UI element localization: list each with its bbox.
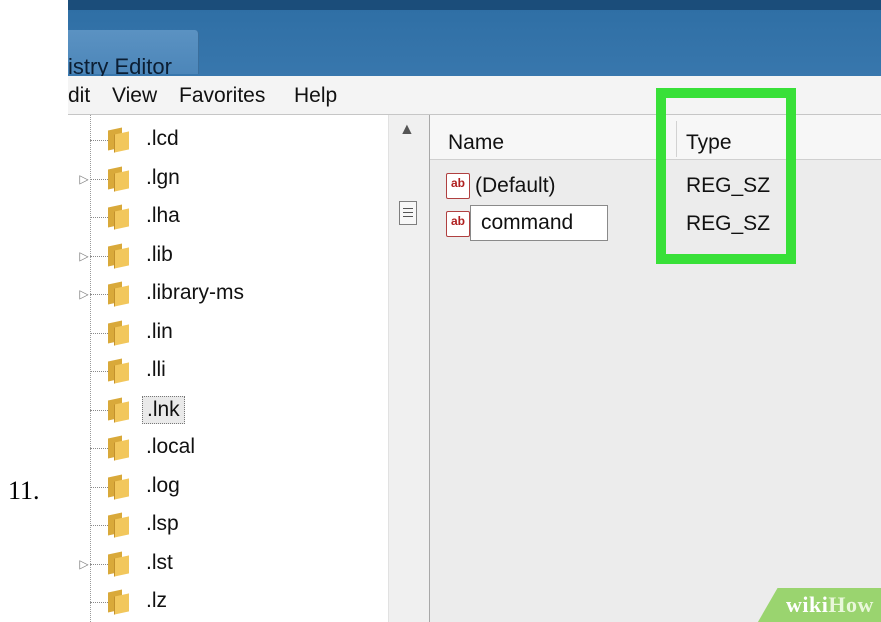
tree-item-label: .lib <box>146 242 173 266</box>
tree-item-label: .lz <box>146 589 167 612</box>
values-pane: Name Type ab (Default) REG_SZ ab command REG_… <box>429 115 881 622</box>
tree-item[interactable]: .lcd <box>68 121 388 159</box>
folder-icon <box>106 281 130 307</box>
scroll-up-arrow-icon[interactable]: ▲ <box>399 121 415 139</box>
key-tree-pane: .lcd ▷ .lgn .lha ▷ .lib ▷ .library-ms .lin .lli .l… <box>68 115 429 622</box>
tree-item[interactable]: ▷ .library-ms <box>68 275 388 313</box>
folder-icon <box>106 589 130 615</box>
column-header-type[interactable]: Type <box>686 131 732 155</box>
tree-item-label: .lnk <box>142 395 185 424</box>
tree-item-label: .lcd <box>146 127 179 150</box>
value-name-edit-field[interactable]: command <box>470 205 608 241</box>
tree-item[interactable]: ▷ .lst <box>68 545 388 583</box>
menu-bar: dit View Favorites Help <box>68 76 881 115</box>
tree-item[interactable]: ▷ .lgn <box>68 160 388 198</box>
folder-icon <box>106 243 130 269</box>
window-top-border <box>68 0 881 10</box>
folder-icon <box>106 204 130 230</box>
title-bar: istry Editor <box>68 10 881 79</box>
value-type: REG_SZ <box>686 174 771 197</box>
tree-item[interactable]: .lsp <box>68 506 388 544</box>
value-type: REG_SZ <box>686 212 771 235</box>
registry-editor-screenshot: istry Editor dit View Favorites Help .lc… <box>68 0 881 622</box>
tree-item-label: .local <box>146 435 196 458</box>
folder-icon <box>106 127 130 153</box>
scroll-thumb[interactable] <box>399 201 417 225</box>
column-divider[interactable] <box>676 121 677 157</box>
folder-icon <box>106 397 130 423</box>
folder-icon <box>106 358 130 384</box>
tree-item[interactable]: .lha <box>68 198 388 236</box>
tree-item-label: .lst <box>146 550 173 574</box>
tree-item[interactable]: .lnk <box>68 391 388 429</box>
tree-item-label: .lsp <box>146 512 179 535</box>
values-header: Name Type <box>430 115 881 160</box>
tree-item[interactable]: .lz <box>68 583 388 621</box>
folder-icon <box>106 474 130 500</box>
menu-help[interactable]: Help <box>294 84 337 108</box>
tree-item-label: .lin <box>146 319 173 343</box>
title-tab: istry Editor <box>68 30 199 79</box>
menu-favorites[interactable]: Favorites <box>179 84 265 108</box>
step-number: 11. <box>8 476 40 505</box>
folder-icon <box>106 435 130 461</box>
expand-arrow-icon[interactable]: ▷ <box>78 249 90 263</box>
folder-icon <box>106 166 130 192</box>
menu-view[interactable]: View <box>112 84 157 108</box>
expand-arrow-icon[interactable]: ▷ <box>78 287 90 301</box>
column-header-name[interactable]: Name <box>448 131 504 155</box>
value-row[interactable]: ab command REG_SZ <box>430 205 881 243</box>
folder-icon <box>106 512 130 538</box>
tree-item-label: .lli <box>146 358 166 381</box>
value-row[interactable]: ab (Default) REG_SZ <box>430 167 881 205</box>
tree-vertical-connector <box>90 115 91 622</box>
folder-icon <box>106 320 130 346</box>
tree-item-label: .library-ms <box>146 281 244 304</box>
tree-item-label: .lgn <box>146 165 180 189</box>
tree-item-label: .log <box>146 473 180 497</box>
tree-item[interactable]: .local <box>68 429 388 467</box>
tree-item[interactable]: .lin <box>68 314 388 352</box>
watermark-logo: wikiHow <box>786 592 874 617</box>
menu-edit[interactable]: dit <box>68 84 90 108</box>
reg-sz-icon: ab <box>446 211 470 237</box>
expand-arrow-icon[interactable]: ▷ <box>78 557 90 571</box>
tree-scrollbar[interactable]: ▲ <box>388 115 429 622</box>
tree-item[interactable]: ▷ .lib <box>68 237 388 275</box>
tree-item[interactable]: .log <box>68 468 388 506</box>
tree-item-label: .lha <box>146 204 180 227</box>
expand-arrow-icon[interactable]: ▷ <box>78 172 90 186</box>
tree-item[interactable]: .lli <box>68 352 388 390</box>
value-name: (Default) <box>475 174 556 197</box>
folder-icon <box>106 551 130 577</box>
reg-sz-icon: ab <box>446 173 470 199</box>
